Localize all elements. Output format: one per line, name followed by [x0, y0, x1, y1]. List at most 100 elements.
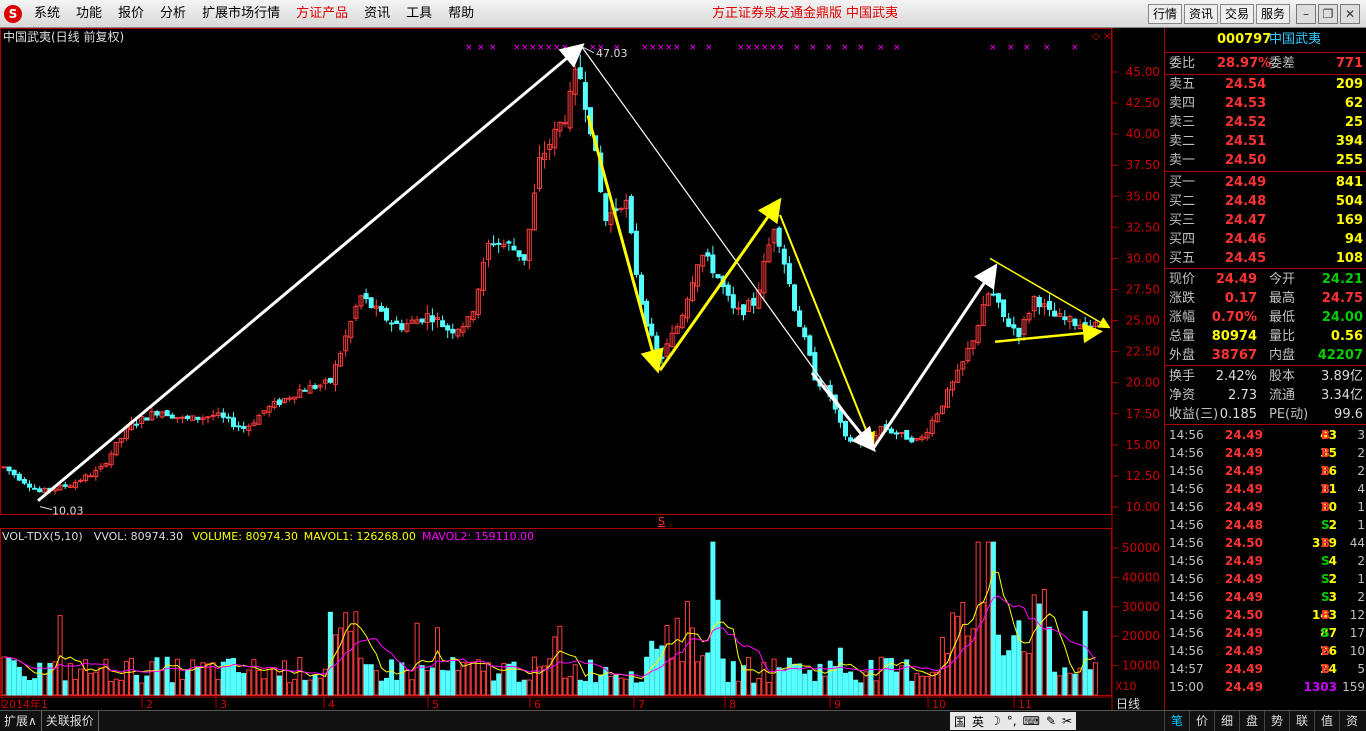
ask-price[interactable]: 24.52 [1225, 113, 1266, 132]
chart-close-icon[interactable]: × [1103, 31, 1111, 42]
volume-bar [399, 662, 405, 696]
divider [1165, 52, 1366, 53]
candle-body [715, 274, 721, 279]
volume-bar [669, 657, 675, 696]
volume-bar [720, 658, 726, 696]
menu-item-1[interactable]: 功能 [68, 0, 110, 28]
volume-bar [679, 661, 685, 696]
top-button-1[interactable]: 资讯 [1184, 4, 1219, 24]
volume-bar [700, 655, 706, 696]
quote-tab-6[interactable]: 值 [1314, 711, 1339, 731]
ask-price[interactable]: 24.50 [1225, 151, 1266, 170]
price-tick-label: 17.50 [1126, 407, 1160, 421]
candle-body [1052, 310, 1058, 317]
signal-mark: × [665, 43, 673, 53]
month-label: 2014年1 [2, 697, 48, 710]
menu-item-8[interactable]: 帮助 [440, 0, 482, 28]
quote-tab-1[interactable]: 价 [1189, 711, 1214, 731]
bid-price[interactable]: 24.45 [1225, 249, 1266, 268]
tick-side: B [1321, 482, 1331, 496]
quote-tab-3[interactable]: 盘 [1239, 711, 1264, 731]
bid-price[interactable]: 24.48 [1225, 192, 1266, 211]
quote-tab-2[interactable]: 细 [1214, 711, 1239, 731]
stat-value: 0.70% [1211, 310, 1257, 325]
ime-tools-icon[interactable]: ✂ [1062, 714, 1072, 728]
ime-country-icon[interactable]: 国 [954, 713, 966, 730]
ime-english-icon[interactable]: 英 [972, 713, 984, 730]
stat2-label-2: 流通 [1269, 388, 1296, 403]
volume-bar [593, 682, 599, 696]
kline-chart[interactable]: 中国武夷(日线 前复权) ◇ ×45.0042.5040.0037.5035.003… [0, 28, 1164, 710]
month-label: 10 [932, 698, 946, 710]
chart-option-icon[interactable]: ◇ [1092, 31, 1100, 42]
ask-price[interactable]: 24.53 [1225, 94, 1266, 113]
stock-name: 中国武夷 [1269, 32, 1322, 47]
candle-body [853, 439, 859, 442]
tick-row: 14:56 24.50 319 B 44 [1165, 534, 1366, 553]
signal-mark: × [769, 43, 777, 53]
tick-time: 15:00 [1169, 680, 1204, 694]
period-day-label[interactable]: 日线 [1116, 697, 1164, 711]
ime-pen-icon[interactable]: ✎ [1046, 714, 1056, 728]
vol-legend-item: VOL-TDX(5,10) [2, 530, 83, 543]
signal-mark: × [737, 43, 745, 53]
month-label: 9 [834, 698, 841, 710]
bid-price[interactable]: 24.47 [1225, 211, 1266, 230]
ime-punct-icon[interactable]: °, [1007, 714, 1017, 728]
month-label: 4 [328, 698, 335, 710]
quote-tab-0[interactable]: 笔 [1164, 711, 1189, 731]
price-tick-label: 32.50 [1126, 220, 1160, 234]
bottom-tab-0[interactable]: 扩展∧ [0, 711, 42, 731]
volume-bar [633, 682, 639, 696]
bid-price[interactable]: 24.49 [1225, 173, 1266, 192]
menu-item-2[interactable]: 报价 [110, 0, 152, 28]
volume-bar [287, 682, 293, 696]
bottom-tab-1[interactable]: 关联报价 [42, 711, 99, 731]
bid-row: 买五 24.45 108 [1165, 249, 1366, 268]
candle-body [37, 488, 43, 493]
menu-item-5[interactable]: 方证产品 [288, 0, 356, 28]
volume-bar [307, 679, 313, 696]
volume-bar [312, 674, 318, 696]
signal-mark: × [1043, 43, 1051, 53]
ask-price[interactable]: 24.51 [1225, 132, 1266, 151]
minimize-icon[interactable]: – [1296, 4, 1316, 24]
weicha-label: 委差 [1269, 56, 1296, 71]
candle-body [781, 248, 787, 265]
quote-tab-7[interactable]: 资 [1339, 711, 1364, 731]
restore-icon[interactable]: ❐ [1318, 4, 1338, 24]
top-button-0[interactable]: 行情 [1148, 4, 1183, 24]
menu-item-3[interactable]: 分析 [152, 0, 194, 28]
volume-group [1, 541, 1098, 696]
quote-tab-4[interactable]: 势 [1264, 711, 1289, 731]
ime-keyboard-icon[interactable]: ⌨ [1023, 714, 1040, 728]
ask-price[interactable]: 24.54 [1225, 75, 1266, 94]
tick-time: 14:56 [1169, 644, 1204, 658]
stat-row: 外盘 38767 内盘 42207 [1165, 346, 1366, 365]
price-tick-label: 45.00 [1126, 65, 1160, 79]
volume-bar [883, 658, 889, 696]
top-button-3[interactable]: 服务 [1256, 4, 1291, 24]
candle-body [1072, 318, 1078, 326]
tick-count: 12 [1349, 608, 1365, 622]
bid-row: 买二 24.48 504 [1165, 192, 1366, 211]
menu-item-4[interactable]: 扩展市场行情 [194, 0, 288, 28]
menu-item-6[interactable]: 资讯 [356, 0, 398, 28]
signal-mark: × [1071, 43, 1079, 53]
menu-item-0[interactable]: 系统 [26, 0, 68, 28]
bid-price[interactable]: 24.46 [1225, 230, 1266, 249]
vol-legend-item: VVOL: 80974.30 [94, 530, 183, 543]
volume-bar [1031, 594, 1037, 696]
month-label: 2 [146, 698, 153, 710]
app-logo-icon[interactable]: S [4, 5, 22, 23]
menu-item-7[interactable]: 工具 [398, 0, 440, 28]
weibi-label: 委比 [1169, 56, 1196, 71]
top-button-2[interactable]: 交易 [1220, 4, 1255, 24]
candle-body [134, 423, 140, 426]
ime-moon-icon[interactable]: ☽ [990, 714, 1001, 728]
quote-tab-5[interactable]: 联 [1289, 711, 1314, 731]
tick-row: 14:56 24.49 3 S 2 [1165, 588, 1366, 607]
stat2-row: 净资 2.73 流通 3.34亿 [1165, 386, 1366, 405]
candle-body [1, 466, 7, 469]
close-icon[interactable]: ✕ [1340, 4, 1360, 24]
